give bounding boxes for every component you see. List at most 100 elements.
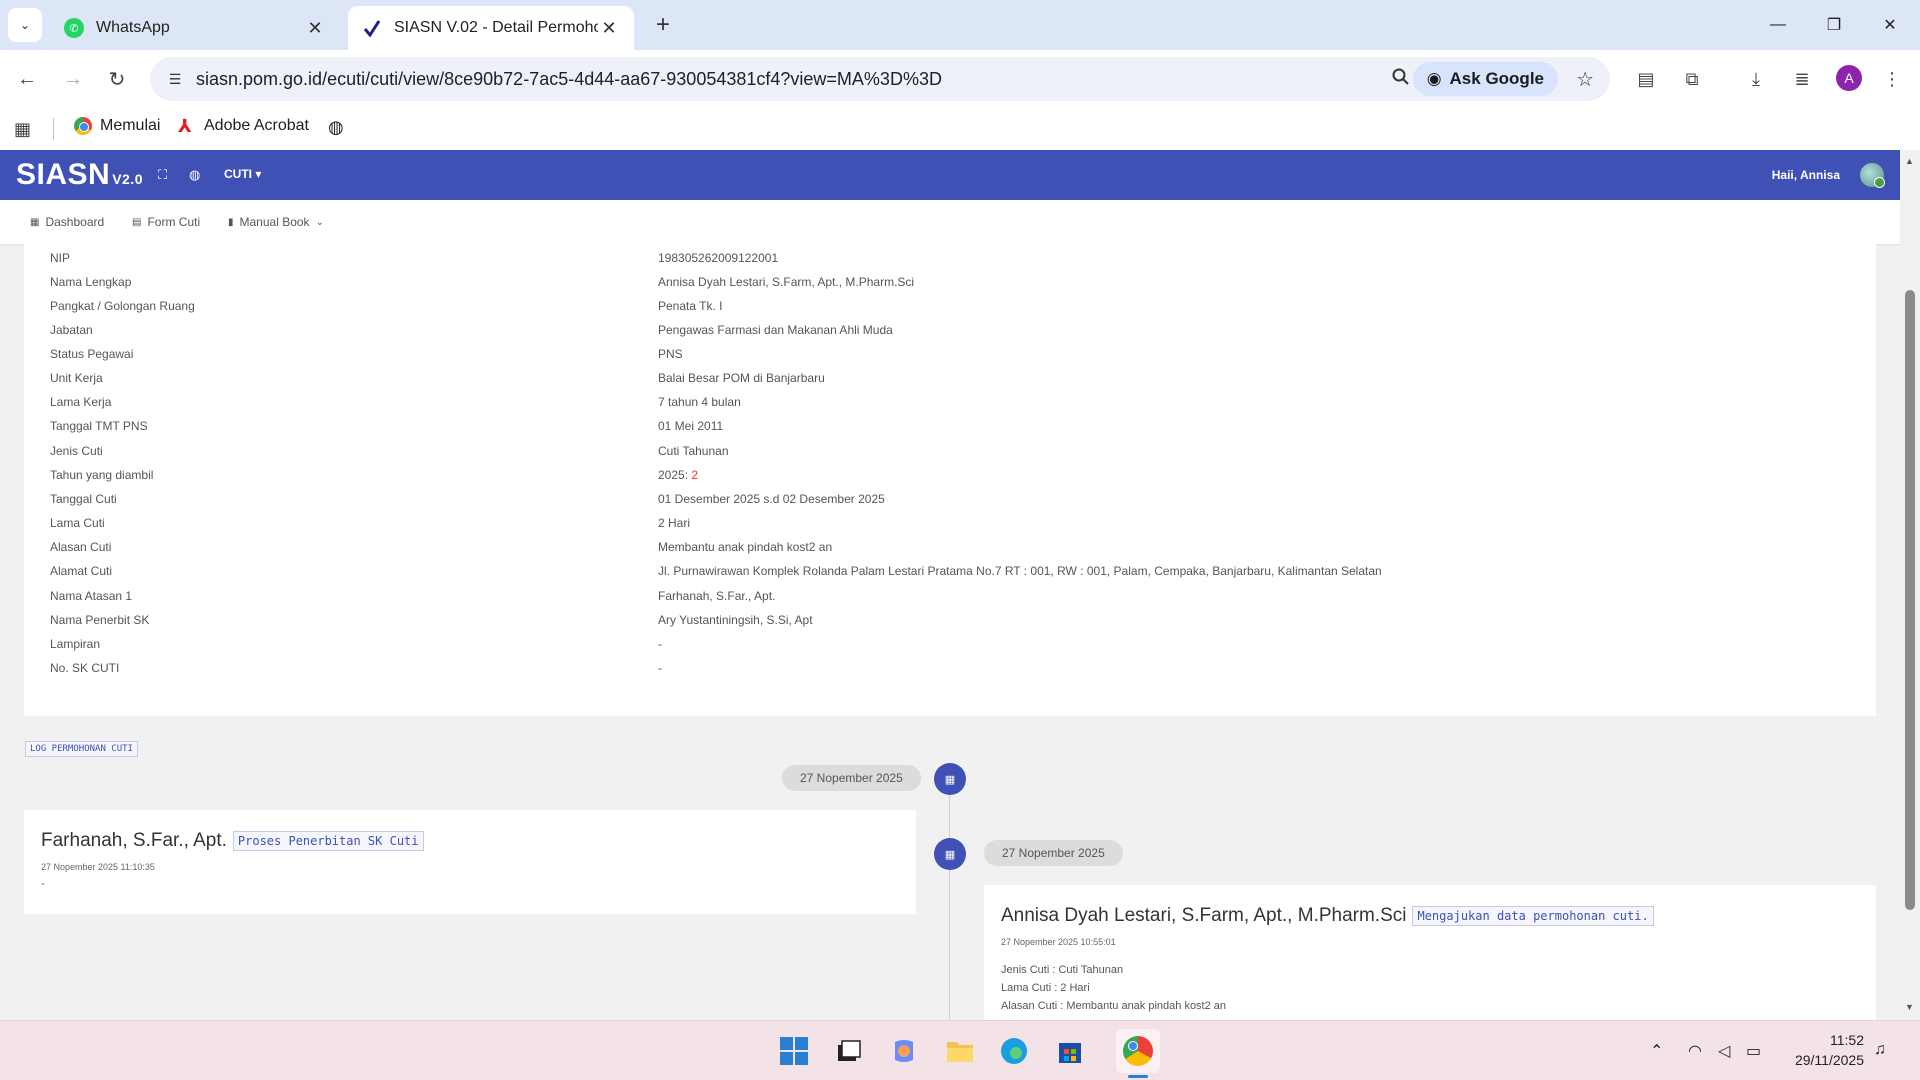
bookmark-memulai[interactable]: Memulai <box>74 117 160 135</box>
log-entry-action: Proses Penerbitan SK Cuti <box>232 831 424 851</box>
log-entry-line: Jenis Cuti : Cuti Tahunan <box>1001 964 1124 976</box>
download-icon[interactable]: ⤓ <box>1740 63 1772 95</box>
page-scrollbar[interactable]: ▲ ▼ <box>1900 150 1920 1020</box>
bookmark-adobe-acrobat[interactable]: ⅄ Adobe Acrobat <box>178 117 309 135</box>
forward-button[interactable]: → <box>56 62 90 96</box>
page-content: NIP 198305262009122001 Nama Lengkap Anni… <box>0 244 1900 1020</box>
extensions-icon[interactable]: ⧉ <box>1676 63 1708 95</box>
globe-icon[interactable]: ◍ <box>328 117 344 138</box>
restore-button[interactable]: ❐ <box>1806 0 1862 50</box>
close-icon[interactable]: ✕ <box>304 17 326 39</box>
reload-button[interactable]: ↻ <box>100 62 134 96</box>
tab-whatsapp[interactable]: ✆ WhatsApp ✕ <box>50 6 340 50</box>
back-button[interactable]: ← <box>10 62 44 96</box>
brand-version: V2.0 <box>112 171 143 187</box>
tab-title: WhatsApp <box>96 19 170 36</box>
notification-bell-icon[interactable]: ♫ <box>1874 1041 1886 1059</box>
detail-label: No. SK CUTI <box>50 661 120 675</box>
site-info-icon[interactable]: ☰ <box>164 68 186 90</box>
more-menu-icon[interactable]: ⋮ <box>1876 63 1908 95</box>
store-icon[interactable] <box>1052 1033 1088 1069</box>
system-clock[interactable]: 11:52 29/11/2025 <box>1795 1030 1864 1070</box>
ask-google-button[interactable]: ◉ Ask Google <box>1412 62 1558 96</box>
dashboard-icon: ▦ <box>30 216 40 228</box>
chevron-up-icon[interactable]: ⌃ <box>1650 1041 1663 1061</box>
detail-value: 01 Mei 2011 <box>658 419 724 433</box>
task-view-icon[interactable] <box>830 1033 866 1069</box>
detail-value: Ary Yustantiningsih, S.Si, Apt <box>658 613 813 627</box>
book-icon: ▮ <box>228 216 234 228</box>
media-control-icon[interactable]: ≣ <box>1786 63 1818 95</box>
tab-search-button[interactable]: ⌄ <box>8 8 42 42</box>
calendar-icon: ▦ <box>934 838 966 870</box>
scroll-up-icon[interactable]: ▲ <box>1905 156 1914 166</box>
url-text[interactable]: siasn.pom.go.id/ecuti/cuti/view/8ce90b72… <box>196 69 942 90</box>
cuti-menu[interactable]: CUTI ▾ <box>224 167 261 181</box>
submenu-label: Form Cuti <box>147 215 201 229</box>
scroll-down-icon[interactable]: ▼ <box>1905 1002 1914 1012</box>
detail-value: Cuti Tahunan <box>658 444 729 458</box>
file-explorer-icon[interactable] <box>942 1033 978 1069</box>
log-entry: Farhanah, S.Far., Apt. Proses Penerbitan… <box>24 810 916 914</box>
edge-icon[interactable] <box>996 1033 1032 1069</box>
detail-label: Alasan Cuti <box>50 540 112 554</box>
active-app-indicator <box>1128 1075 1148 1078</box>
sub-menu: ▦ Dashboard ▤ Form Cuti ▮ Manual Book ⌄ <box>0 200 1900 244</box>
detail-value: Balai Besar POM di Banjarbaru <box>658 371 825 385</box>
fullscreen-icon[interactable]: ⛶ <box>158 167 167 183</box>
whatsapp-icon: ✆ <box>64 18 84 38</box>
detail-label: Pangkat / Golongan Ruang <box>50 299 195 313</box>
detail-label: Lama Cuti <box>50 516 105 530</box>
close-window-button[interactable]: ✕ <box>1862 0 1918 50</box>
tab-siasn[interactable]: SIASN V.02 - Detail Permohonan ✕ <box>348 6 634 50</box>
battery-icon[interactable]: ▭ <box>1746 1041 1761 1061</box>
minimize-button[interactable]: — <box>1750 0 1806 50</box>
detail-label: Jabatan <box>50 323 93 337</box>
lens-icon: ◉ <box>1426 69 1442 88</box>
submenu-form-cuti[interactable]: ▤ Form Cuti <box>132 215 200 229</box>
timeline-date: 27 Nopember 2025 <box>782 765 921 791</box>
acrobat-icon: ⅄ <box>178 116 192 136</box>
reading-mode-icon[interactable]: ▤ <box>1630 63 1662 95</box>
chrome-icon <box>74 117 92 135</box>
user-avatar[interactable] <box>1860 163 1885 188</box>
detail-row-status: Status Pegawai PNS <box>50 347 1850 367</box>
brand-logo[interactable]: SIASN V2.0 <box>16 158 143 192</box>
submenu-label: Manual Book <box>239 215 310 229</box>
copilot-icon[interactable] <box>886 1033 922 1069</box>
apps-grid-icon[interactable]: ▦ <box>14 119 31 140</box>
wifi-icon[interactable]: ◠ <box>1688 1041 1702 1061</box>
bookmark-divider <box>53 118 54 140</box>
detail-label: Lampiran <box>50 637 101 651</box>
address-bar[interactable]: ☰ siasn.pom.go.id/ecuti/cuti/view/8ce90b… <box>150 57 1610 101</box>
detail-row-pangkat: Pangkat / Golongan Ruang Penata Tk. I <box>50 299 1850 319</box>
form-icon: ▤ <box>132 216 142 228</box>
volume-icon[interactable]: ◁ <box>1718 1041 1730 1061</box>
submenu-dashboard[interactable]: ▦ Dashboard <box>30 215 104 229</box>
tab-strip: ⌄ ✆ WhatsApp ✕ SIASN V.02 - Detail Permo… <box>0 0 1920 50</box>
globe-icon[interactable]: ◍ <box>189 167 200 183</box>
detail-value: PNS <box>658 347 683 361</box>
new-tab-button[interactable]: + <box>648 10 678 40</box>
detail-value: - <box>658 661 662 675</box>
bookmark-star-icon[interactable]: ☆ <box>1576 67 1594 92</box>
detail-row-tahun: Tahun yang diambil 2025: 2 <box>50 468 1850 488</box>
log-entry-time: 27 Nopember 2025 11:10:35 <box>41 862 155 872</box>
detail-row-tanggal-cuti: Tanggal Cuti 01 Desember 2025 s.d 02 Des… <box>50 492 1850 512</box>
scroll-thumb[interactable] <box>1905 290 1915 910</box>
chrome-icon[interactable] <box>1120 1033 1156 1069</box>
brand-name: SIASN <box>16 158 111 191</box>
log-entry-line: Lama Cuti : 2 Hari <box>1001 982 1090 994</box>
profile-avatar[interactable]: A <box>1836 65 1862 91</box>
submenu-manual-book[interactable]: ▮ Manual Book ⌄ <box>228 215 324 229</box>
zoom-icon[interactable] <box>1392 68 1410 91</box>
log-entry-name: Farhanah, S.Far., Apt. <box>41 830 227 851</box>
windows-start-icon[interactable] <box>776 1033 812 1069</box>
detail-row-unit-kerja: Unit Kerja Balai Besar POM di Banjarbaru <box>50 371 1850 391</box>
close-icon[interactable]: ✕ <box>598 17 620 39</box>
bookmark-label: Memulai <box>100 117 161 134</box>
calendar-icon: ▦ <box>934 763 966 795</box>
detail-label: Nama Atasan 1 <box>50 589 133 603</box>
detail-row-penerbit: Nama Penerbit SK Ary Yustantiningsih, S.… <box>50 613 1850 633</box>
user-greeting[interactable]: Haii, Annisa <box>1772 168 1840 182</box>
